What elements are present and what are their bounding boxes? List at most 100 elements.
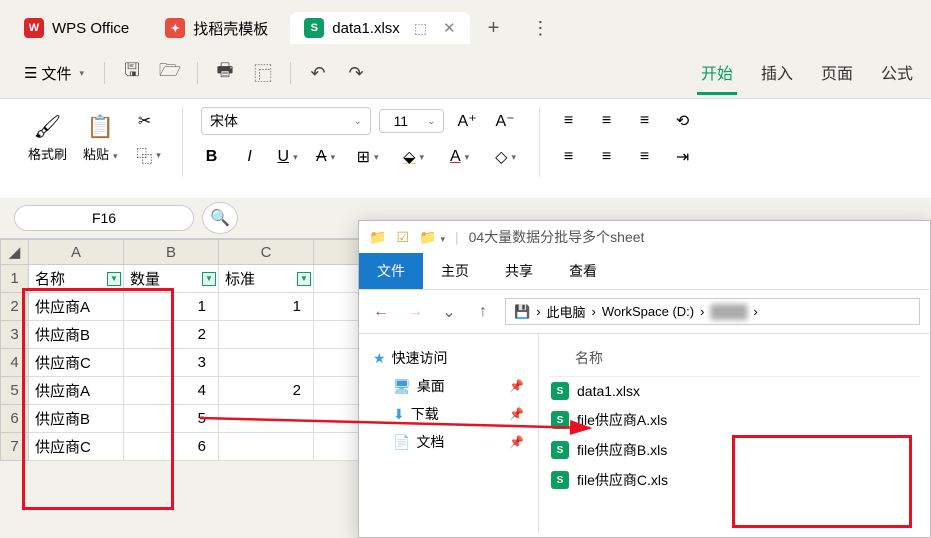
tab-formula[interactable]: 公式	[877, 52, 917, 95]
cell[interactable]: 1	[219, 293, 314, 321]
forward-button[interactable]: →	[403, 300, 427, 324]
print-button[interactable]: 🖶	[208, 56, 242, 90]
copy-button[interactable]: ⿻▾	[130, 141, 168, 169]
row-header[interactable]: 4	[1, 349, 29, 377]
cell[interactable]: 2	[219, 377, 314, 405]
clear-format-button[interactable]: ◇▾	[487, 143, 525, 171]
row-header[interactable]: 5	[1, 377, 29, 405]
minimize-icon[interactable]: ⬚	[414, 20, 427, 37]
cell[interactable]: 供应商C	[29, 349, 124, 377]
filter-button[interactable]: ▼	[107, 272, 121, 286]
save-button[interactable]: 🖫	[115, 56, 149, 90]
tab-page[interactable]: 页面	[817, 52, 857, 95]
cell[interactable]: 供应商B	[29, 405, 124, 433]
breadcrumb-item[interactable]: WorkSpace (D:)	[602, 304, 694, 319]
cell[interactable]: 标准▼	[219, 265, 314, 293]
nav-quick-access[interactable]: ★快速访问	[365, 344, 532, 372]
cell-reference-input[interactable]: F16	[14, 205, 194, 231]
cell[interactable]: 供应商A	[29, 293, 124, 321]
select-all-cell[interactable]: ◢	[1, 240, 29, 265]
tab-insert[interactable]: 插入	[757, 52, 797, 95]
file-tab[interactable]: S data1.xlsx ⬚ ✕	[290, 12, 469, 44]
fx-button[interactable]: 🔍	[202, 202, 238, 234]
nav-documents[interactable]: 📄文档📌	[365, 428, 532, 456]
cell[interactable]: 1	[124, 293, 219, 321]
align-middle-button[interactable]: ≡	[592, 107, 622, 135]
explorer-titlebar[interactable]: 📁 ☑ 📁▾ | 04大量数据分批导多个sheet	[359, 221, 930, 253]
indent-button[interactable]: ⇥	[668, 143, 698, 171]
file-item[interactable]: Sfile供应商A.xls	[549, 405, 920, 435]
filter-button[interactable]: ▼	[297, 272, 311, 286]
paste-button[interactable]: 📋 粘贴▾	[79, 110, 122, 167]
cell[interactable]: 供应商A	[29, 377, 124, 405]
close-icon[interactable]: ✕	[443, 19, 456, 37]
align-top-button[interactable]: ≡	[554, 107, 584, 135]
nav-downloads[interactable]: ⬇下载📌	[365, 400, 532, 428]
explorer-tab-share[interactable]: 共享	[487, 253, 551, 289]
back-button[interactable]: ←	[369, 300, 393, 324]
redo-button[interactable]: ↷	[339, 56, 373, 90]
row-header[interactable]: 3	[1, 321, 29, 349]
filter-button[interactable]: ▼	[202, 272, 216, 286]
font-name-select[interactable]: 宋体 ⌄	[201, 107, 371, 135]
explorer-tab-file[interactable]: 文件	[359, 253, 423, 289]
cell[interactable]	[219, 321, 314, 349]
strike-button[interactable]: A▾	[311, 143, 341, 171]
tab-start[interactable]: 开始	[697, 52, 737, 95]
up-button[interactable]: ↑	[471, 300, 495, 324]
nav-desktop[interactable]: 🖥桌面📌	[365, 372, 532, 400]
preview-button[interactable]: ⿸	[246, 56, 280, 90]
cell[interactable]: 6	[124, 433, 219, 461]
cell[interactable]	[219, 433, 314, 461]
file-item[interactable]: Sfile供应商B.xls	[549, 435, 920, 465]
recent-button[interactable]: ⌄	[437, 300, 461, 324]
app-tab[interactable]: W WPS Office	[10, 12, 143, 44]
column-header-name[interactable]: 名称	[549, 344, 920, 377]
cell[interactable]: 供应商B	[29, 321, 124, 349]
cell[interactable]: 供应商C	[29, 433, 124, 461]
cell[interactable]: 名称▼	[29, 265, 124, 293]
cell[interactable]: 4	[124, 377, 219, 405]
row-header[interactable]: 2	[1, 293, 29, 321]
align-center-button[interactable]: ≡	[592, 143, 622, 171]
cell[interactable]	[219, 349, 314, 377]
align-left-button[interactable]: ≡	[554, 143, 584, 171]
file-item[interactable]: Sfile供应商C.xls	[549, 465, 920, 495]
col-header-b[interactable]: B	[124, 240, 219, 265]
col-header-a[interactable]: A	[29, 240, 124, 265]
format-painter-button[interactable]: 🖌 格式刷	[24, 110, 71, 167]
orientation-button[interactable]: ⟲	[668, 107, 698, 135]
bold-button[interactable]: B	[197, 143, 227, 171]
cut-button[interactable]: ✂	[130, 107, 160, 135]
fill-color-button[interactable]: ⬙▾	[395, 143, 433, 171]
font-color-button[interactable]: A▾	[441, 143, 479, 171]
cell[interactable]: 数量▼	[124, 265, 219, 293]
open-button[interactable]: 🗁	[153, 56, 187, 90]
undo-button[interactable]: ↶	[301, 56, 335, 90]
col-header-c[interactable]: C	[219, 240, 314, 265]
cell[interactable]: 5	[124, 405, 219, 433]
address-input[interactable]: 💾 › 此电脑 › WorkSpace (D:) › ████ ›	[505, 298, 920, 325]
row-header[interactable]: 7	[1, 433, 29, 461]
explorer-tab-home[interactable]: 主页	[423, 253, 487, 289]
row-header[interactable]: 6	[1, 405, 29, 433]
italic-button[interactable]: I	[235, 143, 265, 171]
cell[interactable]: 2	[124, 321, 219, 349]
align-right-button[interactable]: ≡	[630, 143, 660, 171]
font-size-select[interactable]: 11 ⌄	[379, 109, 445, 133]
cell[interactable]: 3	[124, 349, 219, 377]
more-tabs-icon[interactable]: ⋮	[523, 11, 557, 45]
new-tab-button[interactable]: +	[478, 11, 510, 46]
cell[interactable]	[219, 405, 314, 433]
explorer-tab-view[interactable]: 查看	[551, 253, 615, 289]
row-header[interactable]: 1	[1, 265, 29, 293]
docer-tab[interactable]: ✦ 找稻壳模板	[151, 12, 282, 45]
breadcrumb-item[interactable]: 此电脑	[547, 302, 586, 321]
increase-font-button[interactable]: A⁺	[452, 107, 482, 135]
underline-button[interactable]: U▾	[273, 143, 303, 171]
file-item[interactable]: Sdata1.xlsx	[549, 377, 920, 405]
border-button[interactable]: ⊞▾	[349, 143, 387, 171]
decrease-font-button[interactable]: A⁻	[490, 107, 520, 135]
menu-button[interactable]: ☰ 文件 ▾	[14, 57, 94, 90]
align-bottom-button[interactable]: ≡	[630, 107, 660, 135]
